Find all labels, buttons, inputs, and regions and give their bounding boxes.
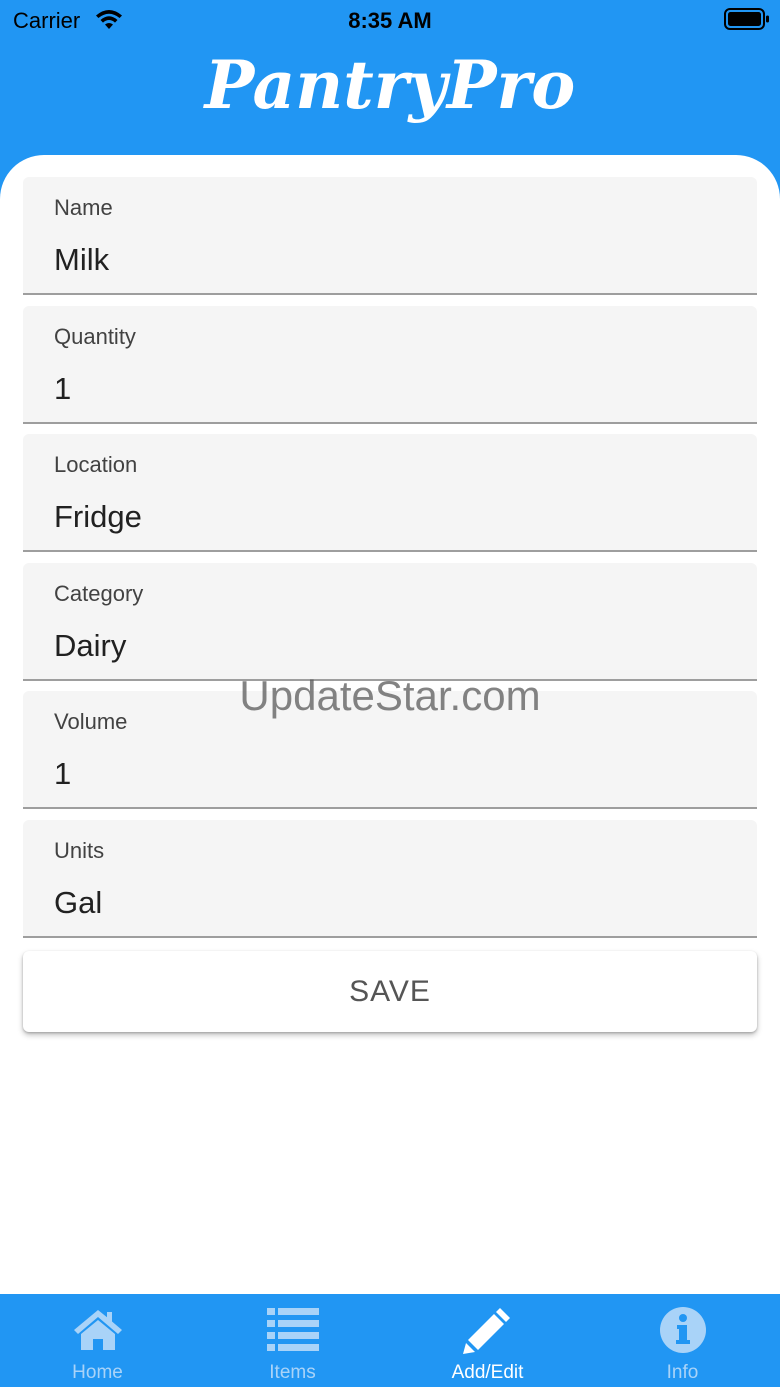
home-icon [74, 1310, 122, 1350]
volume-field[interactable]: Volume 1 [23, 691, 757, 809]
status-bar: Carrier 8:35 AM [0, 0, 780, 40]
info-icon [660, 1307, 706, 1353]
save-button[interactable]: SAVE [23, 951, 757, 1032]
field-label: Category [54, 581, 144, 606]
pencil-icon [463, 1308, 510, 1354]
tab-label: Info [666, 1362, 699, 1383]
location-field[interactable]: Location Fridge [23, 434, 757, 552]
field-value[interactable]: 1 [54, 371, 71, 407]
field-label: Units [54, 838, 105, 863]
tab-label: Add/Edit [451, 1362, 524, 1383]
list-icon [267, 1308, 319, 1351]
field-value[interactable]: Dairy [54, 628, 126, 664]
tab-label: Items [269, 1362, 316, 1383]
field-value[interactable]: 1 [54, 756, 71, 792]
tab-label: Home [72, 1362, 123, 1383]
field-label: Volume [54, 709, 128, 734]
quantity-field[interactable]: Quantity 1 [23, 306, 757, 424]
category-field[interactable]: Category Dairy [23, 563, 757, 681]
tab-bar: Home Items Add/Edit Info [0, 1294, 780, 1387]
field-value[interactable]: Milk [54, 242, 109, 278]
tab-add-edit[interactable]: Add/Edit [390, 1294, 585, 1387]
field-label: Location [54, 452, 138, 477]
units-field[interactable]: Units Gal [23, 820, 757, 938]
tab-home[interactable]: Home [0, 1294, 195, 1387]
field-label: Quantity [54, 324, 136, 349]
status-time: 8:35 AM [348, 8, 432, 33]
field-value[interactable]: Gal [54, 885, 102, 921]
tab-items[interactable]: Items [195, 1294, 390, 1387]
battery-icon [724, 8, 769, 30]
field-label: Name [54, 195, 113, 220]
tab-info[interactable]: Info [585, 1294, 780, 1387]
name-field[interactable]: Name Milk [23, 177, 757, 295]
field-value[interactable]: Fridge [54, 499, 142, 535]
app-title: PantryPro [204, 46, 576, 124]
form-sheet: Name Milk Quantity 1 Location Fridge Cat… [0, 155, 780, 1294]
screen: Carrier 8:35 AM PantryPro Name Milk Quan… [0, 0, 780, 1387]
